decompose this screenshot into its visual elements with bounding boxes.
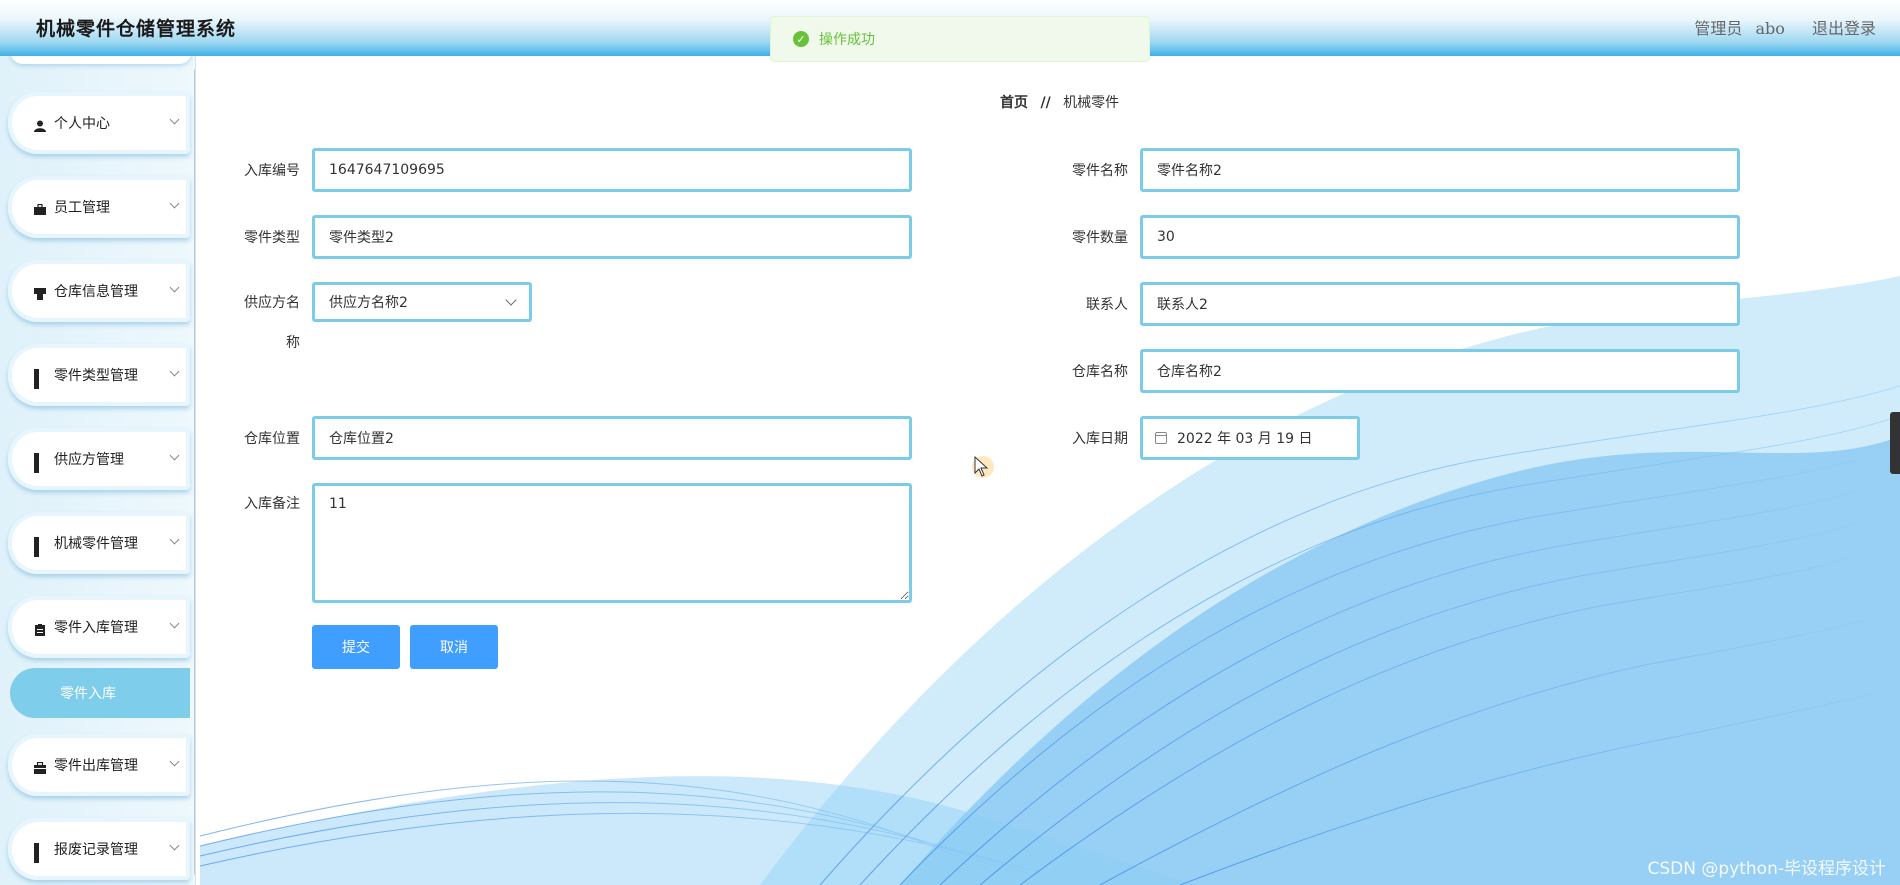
inbound-date-value: 2022 年 03 月 19 日 [1177, 431, 1313, 447]
grid-icon [34, 843, 46, 863]
remark-label: 入库备注 [244, 496, 300, 512]
warehouse-location-input[interactable] [312, 416, 912, 460]
sidebar-item-scrap-records[interactable]: 报废记录管理 [8, 818, 190, 880]
sidebar-scrollbar[interactable] [194, 68, 195, 876]
supplier-select[interactable]: 供应方名称2 [312, 282, 532, 322]
username: abo [1755, 19, 1785, 38]
breadcrumb-separator: // [1040, 95, 1051, 111]
clipboard-icon [34, 621, 46, 636]
user-role: 管理员 [1694, 19, 1743, 38]
check-circle-icon: ✓ [793, 31, 809, 47]
inbound-no-label: 入库编号 [244, 163, 300, 179]
warehouse-name-input[interactable] [1140, 349, 1740, 393]
user-icon [34, 117, 46, 132]
part-type-label: 零件类型 [244, 230, 300, 246]
inbound-no-input[interactable] [312, 148, 912, 192]
cancel-button[interactable]: 取消 [410, 625, 498, 669]
part-name-input[interactable] [1140, 148, 1740, 192]
chevron-down-icon [169, 366, 180, 377]
grid-icon [34, 537, 46, 557]
user-area: 管理员 abo 退出登录 [1686, 15, 1876, 39]
remark-textarea[interactable]: 11 [312, 483, 912, 603]
logout-link[interactable]: 退出登录 [1812, 19, 1876, 38]
chevron-down-icon [169, 534, 180, 545]
chevron-down-icon [169, 756, 180, 767]
sidebar-item-label: 零件类型管理 [54, 368, 138, 384]
sidebar-item-label: 报废记录管理 [54, 842, 138, 858]
supplier-label: 供应方名 [244, 295, 300, 311]
sidebar-item-label: 个人中心 [54, 116, 110, 132]
sidebar: 个人中心 员工管理 仓库信息管理 零件类型管理 供应方管理 机械零件管理 零件入… [0, 56, 196, 885]
sidebar-item-personal-center[interactable]: 个人中心 [8, 92, 190, 154]
chevron-down-icon [169, 282, 180, 293]
sidebar-subitem-inbound[interactable]: 零件入库 [10, 668, 190, 718]
briefcase-icon [34, 201, 46, 215]
sidebar-item-label: 仓库信息管理 [54, 284, 138, 300]
part-qty-input[interactable] [1140, 215, 1740, 259]
toolbox-icon [34, 759, 46, 774]
inbound-date-picker[interactable]: 2022 年 03 月 19 日 [1140, 416, 1360, 460]
grid-icon [34, 369, 46, 389]
submit-button[interactable]: 提交 [312, 625, 400, 669]
part-type-input[interactable] [312, 215, 912, 259]
sidebar-item-suppliers[interactable]: 供应方管理 [8, 428, 190, 490]
chevron-down-icon [169, 618, 180, 629]
mouse-cursor [972, 456, 994, 478]
sidebar-item-label: 员工管理 [54, 200, 110, 216]
warehouse-icon [34, 285, 46, 300]
sidebar-item-label: 零件入库管理 [54, 620, 138, 636]
supplier-selected-value: 供应方名称2 [329, 295, 408, 311]
chevron-down-icon [505, 294, 517, 306]
sidebar-item-label: 机械零件管理 [54, 536, 138, 552]
warehouse-location-label: 仓库位置 [244, 431, 300, 447]
sidebar-item-label: 零件出库管理 [54, 758, 138, 774]
chevron-down-icon [169, 840, 180, 851]
grid-icon [34, 453, 46, 473]
supplier-label-wrap: 称 [286, 335, 300, 351]
toast-message: 操作成功 [819, 32, 875, 48]
sidebar-item-outbound[interactable]: 零件出库管理 [8, 734, 190, 796]
chevron-down-icon [169, 114, 180, 125]
sidebar-item-partial[interactable] [10, 56, 192, 64]
sidebar-item-parts[interactable]: 机械零件管理 [8, 512, 190, 574]
right-edge-handle[interactable] [1890, 412, 1900, 474]
breadcrumb-home[interactable]: 首页 [1000, 95, 1028, 111]
chevron-down-icon [169, 198, 180, 209]
part-qty-label: 零件数量 [1072, 230, 1128, 246]
watermark: CSDN @python-毕设程序设计 [1647, 859, 1886, 879]
sidebar-item-part-types[interactable]: 零件类型管理 [8, 344, 190, 406]
inbound-date-label: 入库日期 [1072, 431, 1128, 447]
breadcrumb: 首页 // 机械零件 [1000, 92, 1119, 112]
success-toast: ✓ 操作成功 [770, 16, 1150, 62]
contact-label: 联系人 [1086, 297, 1128, 313]
breadcrumb-current: 机械零件 [1063, 95, 1120, 111]
main-content: 首页 // 机械零件 入库编号 零件类型 供应方名 称 供应方名称2 仓库位置 … [200, 56, 1900, 885]
part-name-label: 零件名称 [1072, 163, 1128, 179]
app-title: 机械零件仓储管理系统 [36, 18, 237, 40]
sidebar-item-inbound[interactable]: 零件入库管理 [8, 596, 190, 658]
sidebar-item-label: 供应方管理 [54, 452, 124, 468]
calendar-icon [1155, 432, 1167, 444]
contact-input[interactable] [1140, 282, 1740, 326]
sidebar-item-staff[interactable]: 员工管理 [8, 176, 190, 238]
chevron-down-icon [169, 450, 180, 461]
sidebar-item-warehouse-info[interactable]: 仓库信息管理 [8, 260, 190, 322]
warehouse-name-label: 仓库名称 [1072, 364, 1128, 380]
